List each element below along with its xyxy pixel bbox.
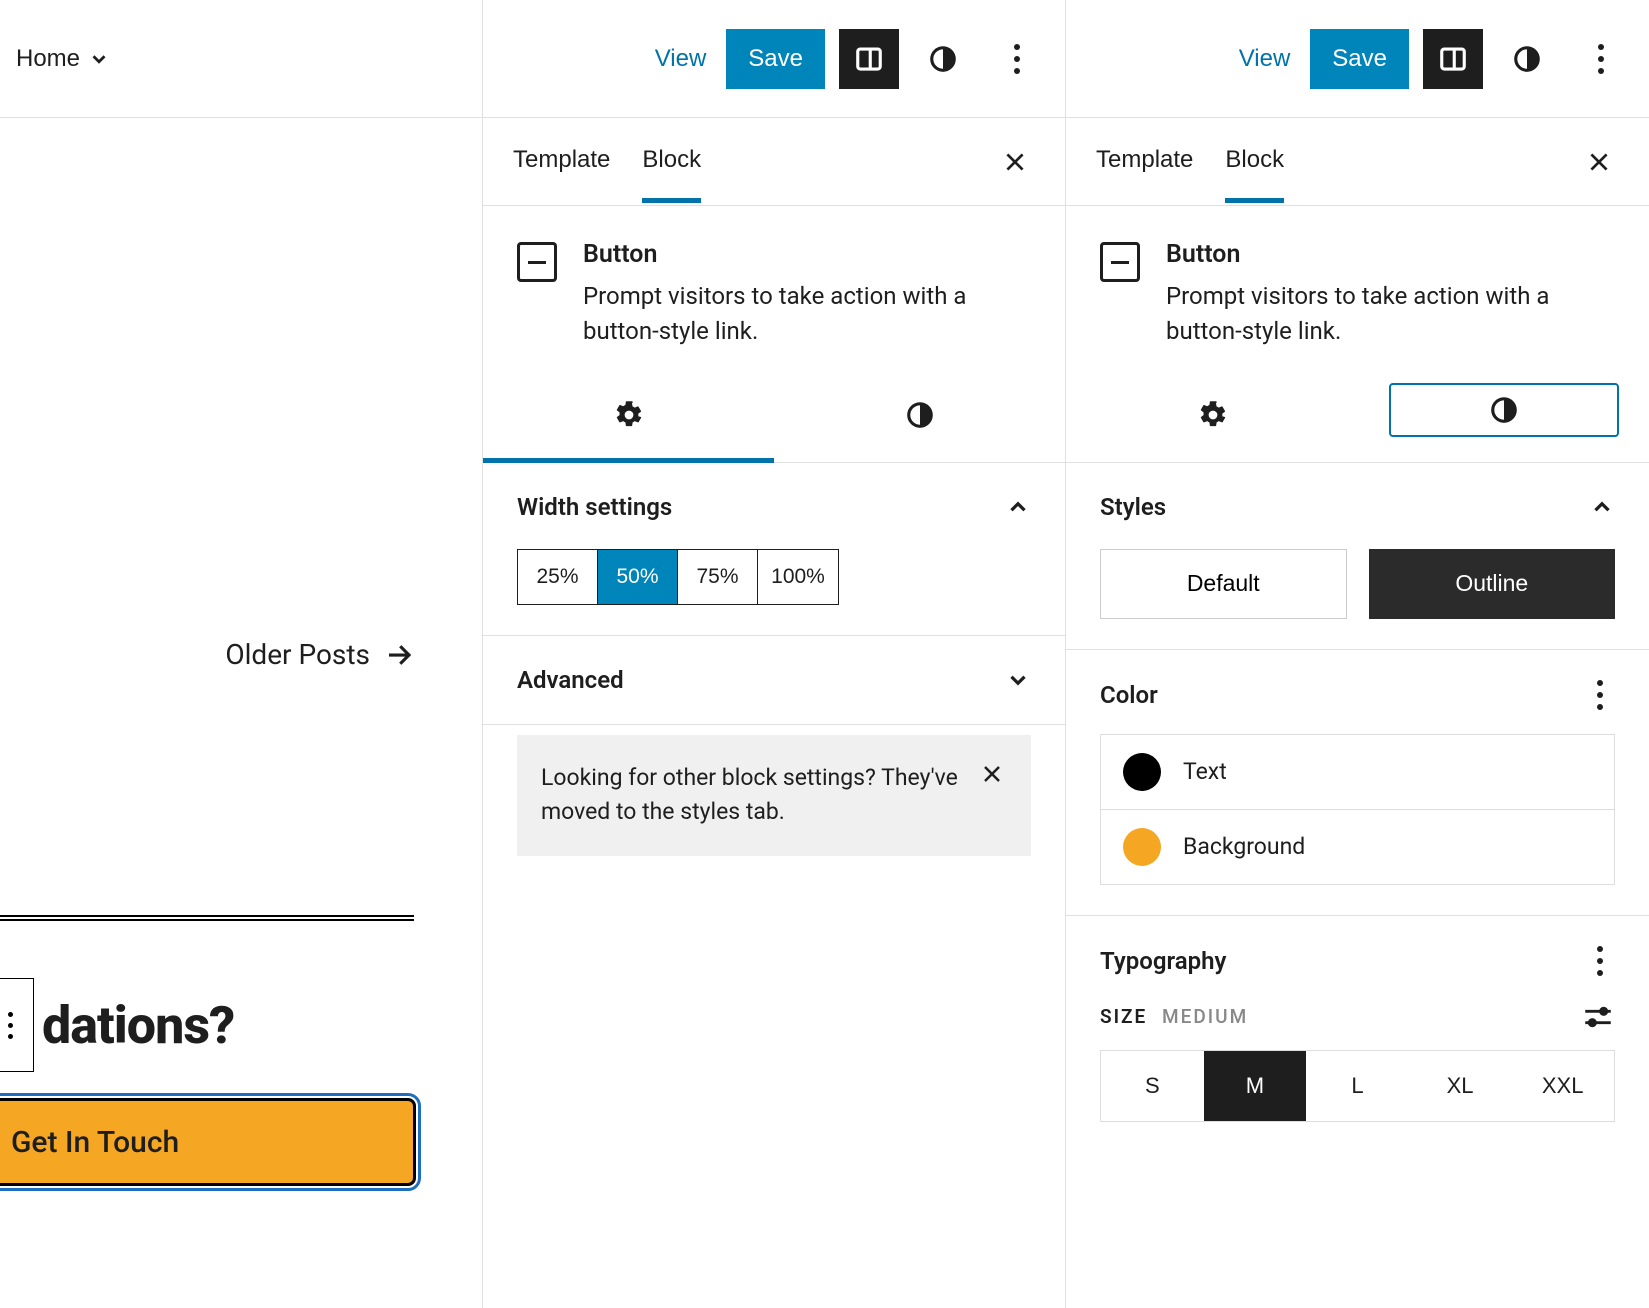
toolbar-more-button[interactable] — [0, 979, 33, 1071]
more-menu-button[interactable] — [1571, 29, 1631, 89]
tab-block[interactable]: Block — [1225, 122, 1284, 203]
notice-text: Looking for other block settings? They'v… — [541, 761, 959, 830]
arrow-right-icon — [384, 640, 414, 670]
size-label: SIZE — [1100, 1005, 1147, 1028]
block-toolbar[interactable] — [0, 978, 34, 1072]
color-background-label: Background — [1183, 833, 1305, 860]
width-settings-header[interactable]: Width settings — [517, 493, 1031, 521]
styles-label: Styles — [1100, 493, 1166, 521]
cta-button-block[interactable]: Get In Touch — [0, 1098, 416, 1186]
gear-icon — [1198, 400, 1228, 430]
gear-icon — [614, 400, 644, 430]
editor-canvas[interactable]: Older Posts dations? Get In Touch — [0, 118, 482, 1308]
settings-subtab[interactable] — [1066, 373, 1359, 463]
text-swatch — [1123, 753, 1161, 791]
view-link[interactable]: View — [1233, 37, 1297, 81]
contrast-icon — [928, 44, 958, 74]
size-xl[interactable]: XL — [1409, 1051, 1512, 1121]
cta-label: Get In Touch — [11, 1125, 179, 1160]
chevron-up-icon — [1589, 494, 1615, 520]
style-outline-button[interactable]: Outline — [1369, 549, 1616, 619]
width-50[interactable]: 50% — [598, 550, 678, 604]
width-segmented-control: 25% 50% 75% 100% — [517, 549, 839, 605]
button-block-icon — [1100, 242, 1140, 282]
tab-template[interactable]: Template — [1096, 122, 1193, 203]
more-vertical-icon — [8, 1012, 13, 1039]
sidebar-toggle-button[interactable] — [839, 29, 899, 89]
typography-more-button[interactable] — [1585, 946, 1615, 976]
width-75[interactable]: 75% — [678, 550, 758, 604]
save-button[interactable]: Save — [726, 29, 825, 89]
home-label: Home — [16, 45, 80, 73]
width-settings-label: Width settings — [517, 493, 672, 521]
contrast-icon — [1512, 44, 1542, 74]
tab-block[interactable]: Block — [642, 122, 701, 203]
sidebar-toggle-button[interactable] — [1423, 29, 1483, 89]
more-vertical-icon — [1014, 44, 1020, 74]
color-more-button[interactable] — [1585, 680, 1615, 710]
button-block-icon — [517, 242, 557, 282]
styles-toggle-button[interactable] — [913, 29, 973, 89]
sliders-icon[interactable] — [1581, 1000, 1615, 1034]
close-icon — [980, 762, 1004, 786]
older-posts-label: Older Posts — [225, 638, 370, 671]
block-title: Button — [583, 240, 1031, 269]
chevron-down-icon — [88, 48, 110, 70]
width-100[interactable]: 100% — [758, 550, 838, 604]
close-panel-button[interactable] — [995, 142, 1035, 182]
close-icon — [1586, 149, 1612, 175]
advanced-label: Advanced — [517, 666, 624, 694]
notice-dismiss-button[interactable] — [977, 761, 1007, 791]
styles-toggle-button[interactable] — [1497, 29, 1557, 89]
save-button[interactable]: Save — [1310, 29, 1409, 89]
divider — [0, 915, 414, 921]
color-background-row[interactable]: Background — [1101, 810, 1614, 884]
view-link[interactable]: View — [649, 37, 713, 81]
styles-header[interactable]: Styles — [1100, 493, 1615, 521]
more-vertical-icon — [1598, 44, 1604, 74]
color-text-label: Text — [1183, 758, 1227, 785]
size-xxl[interactable]: XXL — [1511, 1051, 1614, 1121]
size-m[interactable]: M — [1204, 1051, 1307, 1121]
block-title: Button — [1166, 240, 1615, 269]
size-l[interactable]: L — [1306, 1051, 1409, 1121]
contrast-icon — [905, 400, 935, 430]
size-s[interactable]: S — [1101, 1051, 1204, 1121]
color-text-row[interactable]: Text — [1101, 735, 1614, 810]
background-swatch — [1123, 828, 1161, 866]
heading-fragment[interactable]: dations? — [42, 995, 234, 1056]
size-current: MEDIUM — [1162, 1005, 1248, 1028]
settings-moved-notice: Looking for other block settings? They'v… — [517, 735, 1031, 856]
more-vertical-icon — [1597, 946, 1603, 976]
color-section-label: Color — [1100, 681, 1158, 709]
width-25[interactable]: 25% — [518, 550, 598, 604]
style-default-button[interactable]: Default — [1100, 549, 1347, 619]
more-menu-button[interactable] — [987, 29, 1047, 89]
more-vertical-icon — [1597, 680, 1603, 710]
settings-subtab[interactable] — [483, 373, 774, 463]
chevron-down-icon — [1005, 667, 1031, 693]
tab-template[interactable]: Template — [513, 122, 610, 203]
block-description: Prompt visitors to take action with a bu… — [583, 279, 1031, 349]
home-button[interactable]: Home — [12, 39, 114, 79]
styles-subtab[interactable] — [1389, 383, 1619, 437]
typography-label: Typography — [1100, 947, 1226, 975]
contrast-icon — [1489, 395, 1519, 425]
advanced-header[interactable]: Advanced — [517, 666, 1031, 694]
chevron-up-icon — [1005, 494, 1031, 520]
block-description: Prompt visitors to take action with a bu… — [1166, 279, 1615, 349]
sidebar-icon — [1438, 44, 1468, 74]
size-segmented-control: S M L XL XXL — [1100, 1050, 1615, 1122]
sidebar-icon — [854, 44, 884, 74]
close-panel-button[interactable] — [1579, 142, 1619, 182]
older-posts-link[interactable]: Older Posts — [225, 638, 414, 671]
close-icon — [1002, 149, 1028, 175]
styles-subtab[interactable] — [774, 373, 1065, 463]
